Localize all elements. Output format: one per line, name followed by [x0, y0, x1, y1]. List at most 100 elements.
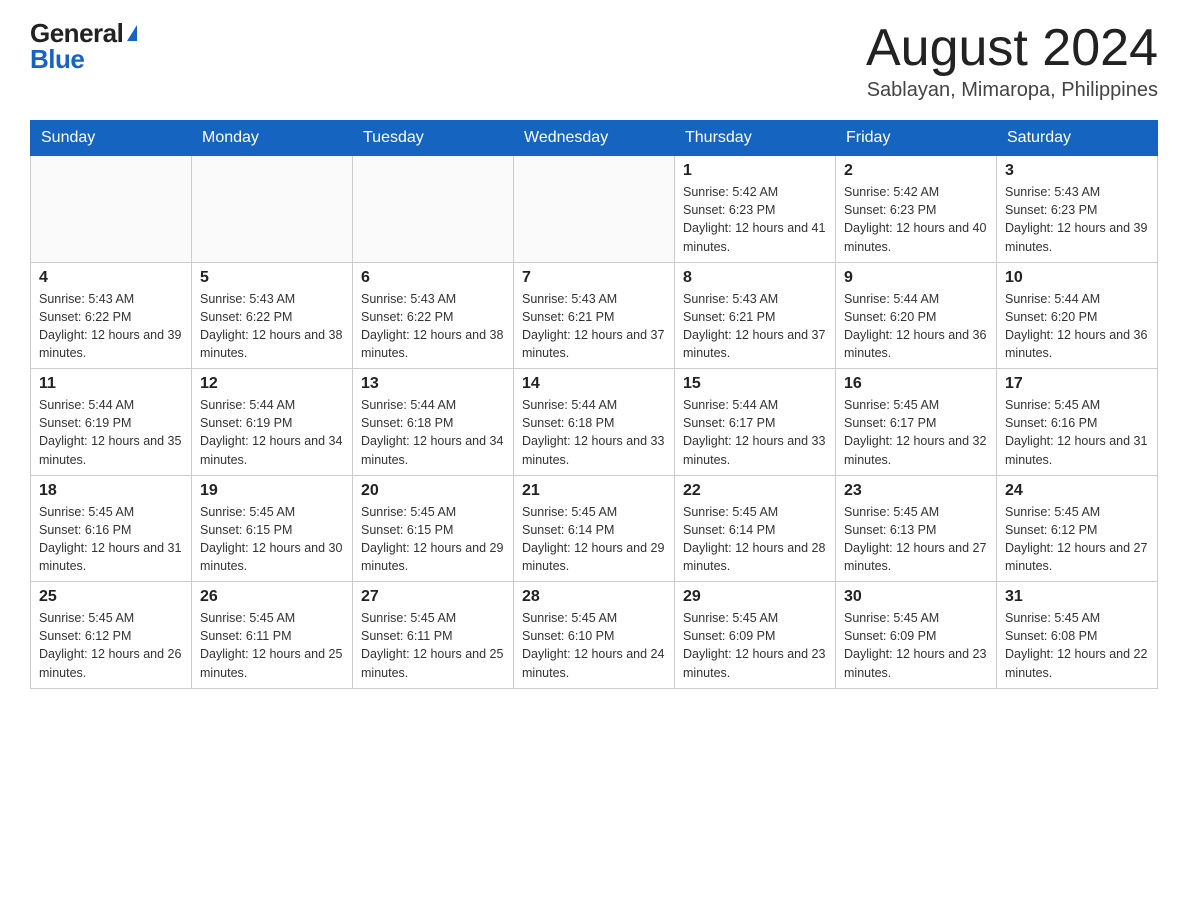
calendar-cell: 21 Sunrise: 5:45 AMSunset: 6:14 PMDayligh…	[514, 475, 675, 582]
day-number: 19	[200, 482, 344, 500]
weekday-header-row: SundayMondayTuesdayWednesdayThursdayFrid…	[31, 121, 1158, 156]
day-info: Sunrise: 5:45 AMSunset: 6:10 PMDaylight:…	[522, 609, 666, 682]
day-info: Sunrise: 5:44 AMSunset: 6:19 PMDaylight:…	[200, 396, 344, 469]
weekday-header-tuesday: Tuesday	[353, 121, 514, 156]
day-number: 20	[361, 482, 505, 500]
calendar-week-row: 25Sunrise: 5:45 AMSunset: 6:12 PMDayligh…	[31, 582, 1158, 689]
title-block: August 2024 Sablayan, Mimaropa, Philippi…	[866, 20, 1158, 102]
calendar-cell: 26 Sunrise: 5:45 AMSunset: 6:11 PMDayligh…	[192, 582, 353, 689]
calendar-cell: 14 Sunrise: 5:44 AMSunset: 6:18 PMDayligh…	[514, 369, 675, 476]
calendar-cell: 8 Sunrise: 5:43 AMSunset: 6:21 PMDaylight…	[675, 262, 836, 369]
day-number: 12	[200, 375, 344, 393]
day-number: 25	[39, 588, 183, 606]
weekday-header-sunday: Sunday	[31, 121, 192, 156]
weekday-header-thursday: Thursday	[675, 121, 836, 156]
calendar-cell: 22 Sunrise: 5:45 AMSunset: 6:14 PMDayligh…	[675, 475, 836, 582]
weekday-header-saturday: Saturday	[997, 121, 1158, 156]
day-info: Sunrise: 5:45 AMSunset: 6:12 PMDaylight:…	[1005, 503, 1149, 576]
day-info: Sunrise: 5:43 AMSunset: 6:23 PMDaylight:…	[1005, 183, 1149, 256]
calendar-cell: 15Sunrise: 5:44 AMSunset: 6:17 PMDayligh…	[675, 369, 836, 476]
day-number: 7	[522, 269, 666, 287]
calendar-cell: 6 Sunrise: 5:43 AMSunset: 6:22 PMDaylight…	[353, 262, 514, 369]
day-info: Sunrise: 5:42 AMSunset: 6:23 PMDaylight:…	[844, 183, 988, 256]
calendar-cell: 13 Sunrise: 5:44 AMSunset: 6:18 PMDayligh…	[353, 369, 514, 476]
day-info: Sunrise: 5:42 AMSunset: 6:23 PMDaylight:…	[683, 183, 827, 256]
day-info: Sunrise: 5:44 AMSunset: 6:19 PMDaylight:…	[39, 396, 183, 469]
day-number: 8	[683, 269, 827, 287]
day-number: 27	[361, 588, 505, 606]
calendar-cell: 20 Sunrise: 5:45 AMSunset: 6:15 PMDayligh…	[353, 475, 514, 582]
day-number: 18	[39, 482, 183, 500]
day-info: Sunrise: 5:45 AMSunset: 6:15 PMDaylight:…	[200, 503, 344, 576]
calendar-cell: 24 Sunrise: 5:45 AMSunset: 6:12 PMDayligh…	[997, 475, 1158, 582]
weekday-header-monday: Monday	[192, 121, 353, 156]
day-number: 4	[39, 269, 183, 287]
calendar-cell	[192, 156, 353, 263]
calendar-cell: 29Sunrise: 5:45 AMSunset: 6:09 PMDayligh…	[675, 582, 836, 689]
calendar-cell: 27 Sunrise: 5:45 AMSunset: 6:11 PMDayligh…	[353, 582, 514, 689]
calendar-cell: 17Sunrise: 5:45 AMSunset: 6:16 PMDayligh…	[997, 369, 1158, 476]
calendar-cell	[353, 156, 514, 263]
day-info: Sunrise: 5:45 AMSunset: 6:13 PMDaylight:…	[844, 503, 988, 576]
logo-blue-text: Blue	[30, 46, 84, 72]
day-number: 17	[1005, 375, 1149, 393]
day-number: 16	[844, 375, 988, 393]
day-info: Sunrise: 5:44 AMSunset: 6:18 PMDaylight:…	[361, 396, 505, 469]
calendar-cell: 12 Sunrise: 5:44 AMSunset: 6:19 PMDayligh…	[192, 369, 353, 476]
calendar-cell: 18Sunrise: 5:45 AMSunset: 6:16 PMDayligh…	[31, 475, 192, 582]
calendar-cell: 10Sunrise: 5:44 AMSunset: 6:20 PMDayligh…	[997, 262, 1158, 369]
day-number: 13	[361, 375, 505, 393]
calendar-cell: 9 Sunrise: 5:44 AMSunset: 6:20 PMDaylight…	[836, 262, 997, 369]
day-number: 3	[1005, 162, 1149, 180]
day-info: Sunrise: 5:45 AMSunset: 6:15 PMDaylight:…	[361, 503, 505, 576]
day-info: Sunrise: 5:43 AMSunset: 6:21 PMDaylight:…	[522, 290, 666, 363]
calendar-cell: 23 Sunrise: 5:45 AMSunset: 6:13 PMDayligh…	[836, 475, 997, 582]
day-number: 24	[1005, 482, 1149, 500]
logo: General Blue	[30, 20, 137, 72]
day-number: 29	[683, 588, 827, 606]
calendar-cell: 25Sunrise: 5:45 AMSunset: 6:12 PMDayligh…	[31, 582, 192, 689]
day-number: 22	[683, 482, 827, 500]
calendar-cell: 1 Sunrise: 5:42 AMSunset: 6:23 PMDaylight…	[675, 156, 836, 263]
calendar-cell: 7 Sunrise: 5:43 AMSunset: 6:21 PMDaylight…	[514, 262, 675, 369]
logo-triangle-icon	[127, 25, 137, 41]
day-number: 2	[844, 162, 988, 180]
day-number: 9	[844, 269, 988, 287]
calendar-cell: 30Sunrise: 5:45 AMSunset: 6:09 PMDayligh…	[836, 582, 997, 689]
calendar-week-row: 4 Sunrise: 5:43 AMSunset: 6:22 PMDaylight…	[31, 262, 1158, 369]
day-number: 31	[1005, 588, 1149, 606]
calendar-week-row: 18Sunrise: 5:45 AMSunset: 6:16 PMDayligh…	[31, 475, 1158, 582]
calendar-cell: 19 Sunrise: 5:45 AMSunset: 6:15 PMDayligh…	[192, 475, 353, 582]
day-number: 21	[522, 482, 666, 500]
day-number: 15	[683, 375, 827, 393]
day-info: Sunrise: 5:43 AMSunset: 6:22 PMDaylight:…	[361, 290, 505, 363]
logo-general-text: General	[30, 20, 123, 46]
calendar-cell: 5Sunrise: 5:43 AMSunset: 6:22 PMDaylight…	[192, 262, 353, 369]
calendar-cell: 4Sunrise: 5:43 AMSunset: 6:22 PMDaylight…	[31, 262, 192, 369]
day-number: 30	[844, 588, 988, 606]
calendar-cell: 28Sunrise: 5:45 AMSunset: 6:10 PMDayligh…	[514, 582, 675, 689]
weekday-header-wednesday: Wednesday	[514, 121, 675, 156]
day-number: 23	[844, 482, 988, 500]
calendar-week-row: 11Sunrise: 5:44 AMSunset: 6:19 PMDayligh…	[31, 369, 1158, 476]
weekday-header-friday: Friday	[836, 121, 997, 156]
day-info: Sunrise: 5:44 AMSunset: 6:18 PMDaylight:…	[522, 396, 666, 469]
day-number: 26	[200, 588, 344, 606]
day-info: Sunrise: 5:44 AMSunset: 6:20 PMDaylight:…	[844, 290, 988, 363]
location-subtitle: Sablayan, Mimaropa, Philippines	[866, 79, 1158, 102]
day-info: Sunrise: 5:45 AMSunset: 6:11 PMDaylight:…	[200, 609, 344, 682]
day-info: Sunrise: 5:45 AMSunset: 6:14 PMDaylight:…	[683, 503, 827, 576]
calendar-cell	[514, 156, 675, 263]
day-info: Sunrise: 5:43 AMSunset: 6:21 PMDaylight:…	[683, 290, 827, 363]
day-number: 14	[522, 375, 666, 393]
calendar-cell: 31Sunrise: 5:45 AMSunset: 6:08 PMDayligh…	[997, 582, 1158, 689]
day-number: 1	[683, 162, 827, 180]
calendar-cell: 11Sunrise: 5:44 AMSunset: 6:19 PMDayligh…	[31, 369, 192, 476]
day-info: Sunrise: 5:45 AMSunset: 6:17 PMDaylight:…	[844, 396, 988, 469]
day-number: 5	[200, 269, 344, 287]
day-number: 6	[361, 269, 505, 287]
day-number: 10	[1005, 269, 1149, 287]
day-info: Sunrise: 5:45 AMSunset: 6:14 PMDaylight:…	[522, 503, 666, 576]
day-info: Sunrise: 5:45 AMSunset: 6:11 PMDaylight:…	[361, 609, 505, 682]
calendar-week-row: 1 Sunrise: 5:42 AMSunset: 6:23 PMDaylight…	[31, 156, 1158, 263]
